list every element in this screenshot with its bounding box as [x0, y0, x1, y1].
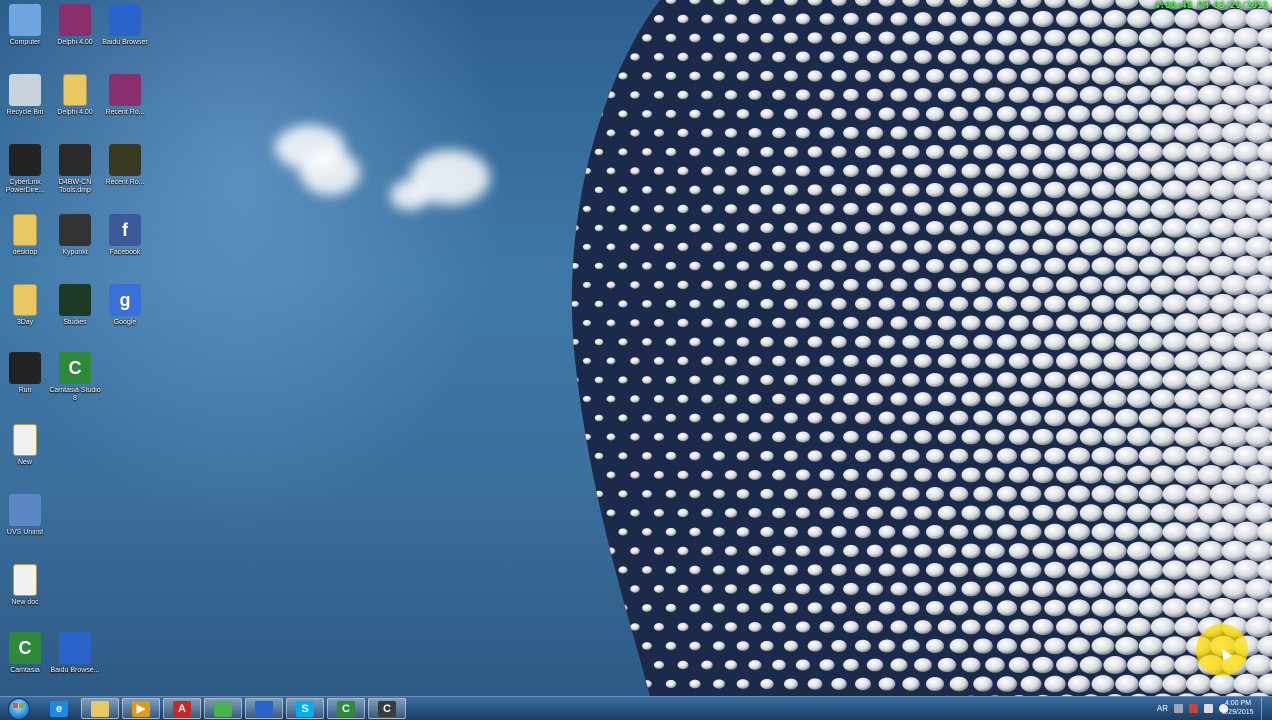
desktop-icon-label: Kypunkt [62, 249, 88, 256]
browser-icon [109, 4, 141, 36]
facebook-icon: f [109, 214, 141, 246]
taskbar-button-skype[interactable]: S [286, 698, 324, 719]
google-icon: g [109, 284, 141, 316]
taskbar-button-explorer[interactable] [81, 698, 119, 719]
desktop-icon-desktop[interactable]: desktop [0, 210, 50, 276]
taskbar-button-pdf[interactable]: A [163, 698, 201, 719]
browser-icon [59, 632, 91, 664]
desktop-icon-label: Delphi 4.00 [57, 109, 93, 116]
desktop-icon-label: CyberLink PowerDire... [5, 179, 45, 194]
archive-icon [59, 4, 91, 36]
chrome-icon [214, 700, 232, 717]
desktop-icon-baidu2[interactable]: Baidu Browse... [50, 628, 100, 694]
desktop-icon-label: Facebook [109, 249, 141, 256]
pdf-icon: A [173, 700, 191, 717]
desktop-icon-label: Delphi 4.00 [57, 39, 93, 46]
folder-icon [63, 74, 87, 106]
desktop-icon-baidu[interactable]: Baidu Browser [100, 0, 150, 66]
folder-icon [91, 700, 109, 717]
taskbar-button-camtasia[interactable]: C [327, 698, 365, 719]
desktop-icon-label: Baidu Browse... [50, 667, 100, 674]
desktop-icon-newdoc[interactable]: New doc [0, 560, 50, 626]
text-file-icon [13, 564, 37, 596]
desktop-icon-new[interactable]: New [0, 420, 50, 486]
camtasia-icon: C [337, 700, 355, 717]
desktop-icon-uvs[interactable]: UVS Uninst [0, 490, 50, 556]
desktop-icon-run[interactable]: Run [0, 348, 50, 414]
camtasia-recorder-icon: C [378, 700, 396, 717]
ie-icon: e [50, 700, 68, 717]
desktop-wallpaper [0, 0, 1272, 696]
installer-icon [9, 494, 41, 526]
desktop-icon-recycle[interactable]: Recycle Bin [0, 70, 50, 136]
desktop-icon-studies[interactable]: Studies [50, 280, 100, 346]
desktop-icon-cyberlink[interactable]: CyberLink PowerDire... [0, 140, 50, 206]
taskbar-button-media[interactable]: ▶ [122, 698, 160, 719]
computer-icon [9, 4, 41, 36]
desktop-icon-label: desktop [12, 249, 38, 256]
folder-icon [13, 214, 37, 246]
desktop-icon-label: D4BW-CN Tools.dmp [58, 179, 92, 194]
desktop-icon-label: Camtasia [10, 667, 40, 674]
desktop-icon-label: New [17, 459, 32, 466]
desktop-icon-rar1[interactable]: Recent Ro... [100, 70, 150, 136]
desktop-icon-delphi1[interactable]: Delphi 4.00 [50, 0, 100, 66]
camtasia-icon: C [9, 632, 41, 664]
desktop-icon-rec2[interactable]: Recent Ro... [100, 140, 150, 206]
archive-icon [109, 74, 141, 106]
windows-logo-icon [8, 697, 30, 720]
desktop-icon-label: Recycle Bin [6, 109, 44, 116]
desktop-icon-label: Run [18, 387, 32, 394]
desktop-icon-label: New doc [11, 599, 39, 606]
taskbar-button-baidu[interactable] [245, 698, 283, 719]
desktop-icon-delphi2[interactable]: Delphi 4.00 [50, 70, 100, 136]
antivirus-icon[interactable] [1189, 704, 1198, 713]
desktop-icon-computer[interactable]: Computer [0, 0, 50, 66]
graduate-icon [59, 214, 91, 246]
desktop-icon-facebook[interactable]: f Facebook [100, 210, 150, 276]
desktop-icon-kypunkt[interactable]: Kypunkt [50, 210, 100, 276]
taskbar-clock[interactable]: 4:00 PM 3/29/2015 [1218, 699, 1258, 717]
desktop-icon-label: Camtasia Studio 8 [49, 387, 101, 402]
desktop-icon-3day[interactable]: 3Day [0, 280, 50, 346]
desktop-icon-label: 3Day [16, 319, 34, 326]
clock-time: 4:00 PM [1224, 700, 1252, 707]
lightning-icon [59, 144, 91, 176]
file-icon [13, 424, 37, 456]
skype-icon: S [296, 700, 314, 717]
cyberlink-icon [9, 144, 41, 176]
media-player-icon: ▶ [132, 700, 150, 717]
recycle-bin-icon [9, 74, 41, 106]
taskbar-button-ie[interactable]: e [40, 698, 78, 719]
desktop-icon-label: Google [113, 319, 137, 326]
taskbar: e ▶ A S C C AR 4:00 PM 3/29/2015 [0, 696, 1272, 720]
desktop-icon-label: Computer [9, 39, 41, 46]
start-button[interactable] [2, 697, 36, 720]
run-icon [9, 352, 41, 384]
language-indicator[interactable]: AR [1157, 704, 1168, 713]
desktop-icon-label: Studies [63, 319, 87, 326]
desktop-icon-google[interactable]: g Google [100, 280, 150, 346]
flag-icon[interactable] [1174, 704, 1183, 713]
camtasia-icon: C [59, 352, 91, 384]
desktop-icon-camtasia1[interactable]: C Camtasia Studio 8 [49, 348, 101, 414]
desktop-icon-label: Recent Ro... [105, 109, 145, 116]
document-icon [109, 144, 141, 176]
taskbar-button-camrec[interactable]: C [368, 698, 406, 719]
network-icon[interactable] [1204, 704, 1213, 713]
disc-sphere-building [571, 0, 1272, 696]
desktop-icon-label: UVS Uninst [6, 529, 44, 536]
taskbar-button-chrome[interactable] [204, 698, 242, 719]
folder-icon [13, 284, 37, 316]
clock-date: 3/29/2015 [1222, 709, 1254, 716]
browser-icon [255, 700, 273, 717]
recording-timestamp: 4:00:48 PM 03/29/2015 [1154, 1, 1268, 11]
desktop-icon-label: Baidu Browser [102, 39, 148, 46]
desktop-icon-label: Recent Ro... [105, 179, 145, 186]
desktop-icon-dwn[interactable]: D4BW-CN Tools.dmp [50, 140, 100, 206]
app-icon [59, 284, 91, 316]
desktop-icon-camtasia2[interactable]: C Camtasia [0, 628, 50, 694]
show-desktop-button[interactable] [1261, 697, 1272, 720]
